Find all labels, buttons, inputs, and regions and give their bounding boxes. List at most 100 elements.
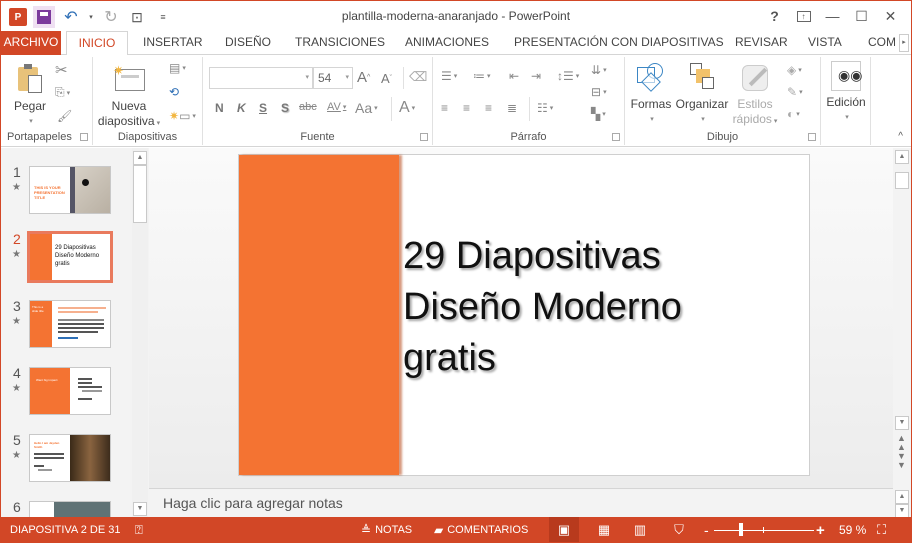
help-button[interactable]: ? <box>760 5 789 27</box>
shape-outline-icon[interactable]: ✎ ▾ <box>787 85 803 99</box>
zoom-level[interactable]: 59 % <box>839 517 866 542</box>
numbering-button[interactable]: ≔ ▾ <box>473 69 491 83</box>
text-direction-button[interactable]: ⇊ ▾ <box>591 63 607 77</box>
tab-presentacion[interactable]: PRESENTACIÓN CON DIAPOSITIVAS <box>508 31 730 55</box>
slide-thumbnail-4[interactable]: Want big impact <box>29 367 111 415</box>
thumb-title: This is a slide title <box>32 305 44 313</box>
current-slide[interactable]: 29 Diapositivas Diseño Moderno gratis <box>238 154 810 476</box>
zoom-slider-thumb[interactable] <box>739 523 744 536</box>
shape-fill-icon[interactable]: ◈ ▾ <box>787 63 802 77</box>
reading-view-button[interactable]: ▥ <box>625 517 655 542</box>
editing-button[interactable]: ◉◉ Edición ▾ <box>823 61 869 125</box>
slide-sorter-button[interactable]: ▦ <box>589 517 619 542</box>
italic-button[interactable]: K <box>237 101 246 115</box>
arrange-dropdown-icon: ▾ <box>701 116 705 123</box>
tab-insertar[interactable]: INSERTAR <box>137 31 209 55</box>
parrafo-launcher-icon[interactable] <box>612 133 620 141</box>
paste-button[interactable]: Pegar ▾ <box>7 63 53 129</box>
slide-thumbnail-3[interactable]: This is a slide title <box>29 300 111 348</box>
columns-button[interactable]: ☷ ▾ <box>537 101 553 115</box>
zoom-slider-track[interactable] <box>714 530 814 531</box>
ribbon-display-options-icon[interactable]: ↑ <box>789 5 818 27</box>
notes-scroll-down-button[interactable]: ▼ <box>895 504 909 518</box>
normal-view-button[interactable]: ▣ <box>549 517 579 542</box>
tab-diseno[interactable]: DISEÑO <box>219 31 277 55</box>
scroll-down-button[interactable]: ▼ <box>895 416 909 430</box>
zoom-out-button[interactable]: - <box>704 517 709 542</box>
align-center-button[interactable]: ≡ <box>463 101 470 115</box>
dibujo-launcher-icon[interactable] <box>808 133 816 141</box>
previous-slide-icon[interactable]: ▲ ▲ <box>897 434 906 452</box>
slideshow-button[interactable]: ⛉ <box>664 517 694 542</box>
layout-icon[interactable]: ▤ ▾ <box>169 61 186 75</box>
shapes-button[interactable]: Formas ▾ <box>629 61 673 127</box>
thumbnails-scrollbar[interactable]: ▲ ▼ <box>132 148 148 517</box>
copy-icon[interactable]: ⎘ ▾ <box>55 85 70 100</box>
underline-button[interactable]: S <box>259 101 267 115</box>
font-size-combobox[interactable]: 54 ▾ <box>313 67 353 89</box>
align-right-button[interactable]: ≡ <box>485 101 492 115</box>
font-name-combobox[interactable]: ▾ <box>209 67 313 89</box>
quick-styles-icon <box>739 61 771 93</box>
strikethrough-button[interactable]: abc <box>299 101 317 113</box>
scroll-up-button[interactable]: ▲ <box>133 151 147 165</box>
tab-scroll-right-button[interactable]: ▸ <box>899 34 909 52</box>
line-spacing-button[interactable]: ↕☰ ▾ <box>557 69 579 83</box>
portapapeles-launcher-icon[interactable] <box>80 133 88 141</box>
scroll-thumb[interactable] <box>895 172 909 189</box>
change-case-button[interactable]: Aa ▾ <box>355 100 378 116</box>
shadow-button[interactable]: S <box>281 101 289 115</box>
tab-revisar[interactable]: REVISAR <box>729 31 794 55</box>
align-text-button[interactable]: ⊟ ▾ <box>591 85 607 99</box>
slide-scrollbar[interactable]: ▲ ▼ ▲ ▲ ▼ ▼ ▲ ▼ <box>893 148 911 518</box>
close-button[interactable]: ✕ <box>876 5 905 27</box>
character-spacing-button[interactable]: AV ▾ <box>327 101 346 113</box>
scroll-up-button[interactable]: ▲ <box>895 150 909 164</box>
clear-formatting-icon[interactable]: ⌫ <box>409 69 427 85</box>
reset-slide-icon[interactable]: ⟲ <box>169 85 179 99</box>
tab-comentarios[interactable]: COM <box>862 31 902 55</box>
fit-to-window-button[interactable]: ⛶ <box>877 517 886 542</box>
quick-styles-button[interactable]: Estilos rápidos ▾ <box>731 61 779 129</box>
smartart-button[interactable]: ▚ ▾ <box>591 107 606 121</box>
shrink-font-button[interactable]: Aˇ <box>381 71 392 86</box>
decrease-indent-button[interactable]: ⇤ <box>509 69 519 83</box>
section-icon[interactable]: ✷ ▭ ▾ <box>169 109 196 123</box>
format-painter-icon[interactable]: 🖌 <box>57 109 72 123</box>
slide-title-textbox[interactable]: 29 Diapositivas Diseño Moderno gratis <box>403 231 682 384</box>
slide-thumbnail-6[interactable] <box>29 501 111 517</box>
minimize-button[interactable]: — <box>818 5 847 27</box>
tab-vista[interactable]: VISTA <box>802 31 848 55</box>
new-slide-button[interactable]: ✷ Nueva diapositiva ▾ <box>97 63 161 131</box>
notes-pane[interactable]: Haga clic para agregar notas <box>149 488 893 517</box>
scroll-down-button[interactable]: ▼ <box>133 502 147 516</box>
comments-button[interactable]: ▰ COMENTARIOS <box>434 517 528 542</box>
slide-thumbnail-1[interactable]: THIS IS YOUR PRESENTATION TITLE <box>29 166 111 214</box>
grow-font-button[interactable]: A ^ <box>357 69 370 86</box>
slide-thumbnail-2[interactable]: 29 Diapositivas Diseño Moderno gratis <box>27 231 113 283</box>
notes-scroll-up-button[interactable]: ▲ <box>895 490 909 504</box>
increase-indent-button[interactable]: ⇥ <box>531 69 541 83</box>
fuente-launcher-icon[interactable] <box>420 133 428 141</box>
notes-button[interactable]: ≜ NOTAS <box>361 517 412 542</box>
next-slide-icon[interactable]: ▼ ▼ <box>897 452 906 470</box>
slide-thumbnail-5[interactable]: Hello I am Jayden Smith <box>29 434 111 482</box>
align-left-button[interactable]: ≡ <box>441 101 448 115</box>
tab-archivo[interactable]: ARCHIVO <box>1 31 61 55</box>
tab-inicio[interactable]: INICIO <box>66 31 128 56</box>
font-color-button[interactable]: A ▾ <box>399 99 415 117</box>
spellcheck-icon[interactable]: ⍰ <box>135 517 143 542</box>
tab-transiciones[interactable]: TRANSICIONES <box>289 31 391 55</box>
tab-animaciones[interactable]: ANIMACIONES <box>399 31 495 55</box>
shape-effects-icon[interactable]: ◐ ▾ <box>787 107 800 121</box>
collapse-ribbon-icon[interactable]: ^ <box>898 131 903 142</box>
arrange-button[interactable]: Organizar ▾ <box>675 61 729 127</box>
cut-icon[interactable]: ✂ <box>55 61 68 79</box>
notes-placeholder[interactable]: Haga clic para agregar notas <box>163 495 343 511</box>
maximize-button[interactable]: ☐ <box>847 5 876 27</box>
justify-button[interactable]: ≣ <box>507 101 517 115</box>
bullets-button[interactable]: ☰ ▾ <box>441 69 457 83</box>
zoom-in-button[interactable]: + <box>816 517 825 542</box>
scroll-thumb[interactable] <box>133 165 147 223</box>
bold-button[interactable]: N <box>215 101 224 115</box>
